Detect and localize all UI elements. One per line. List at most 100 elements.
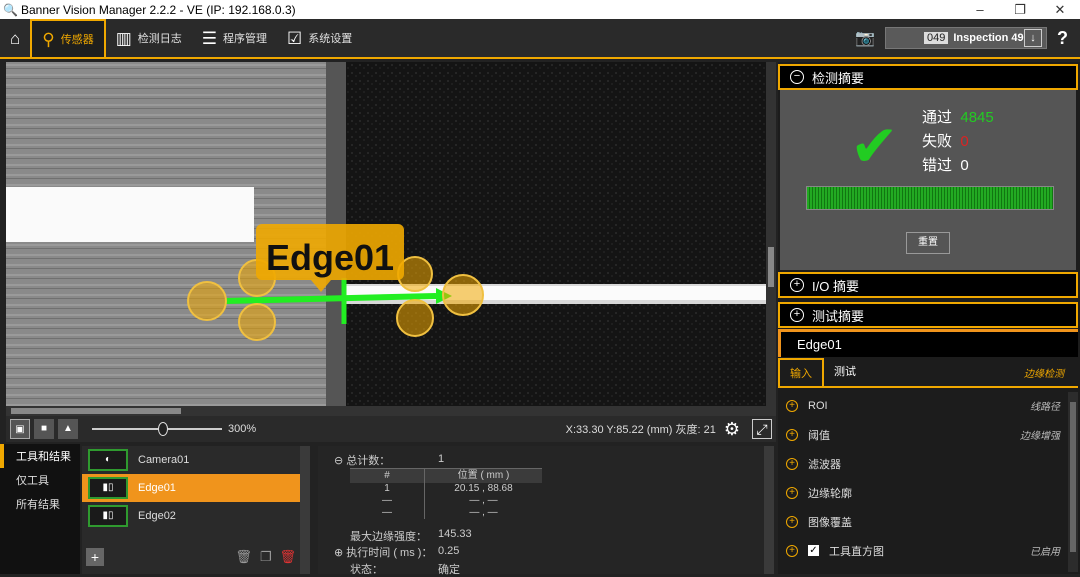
tool-list: ◐ Camera01 ▮▯ Edge01 ▮▯ Edge02 + 🗑 ❐ 🗑 <box>82 446 310 574</box>
inspection-number: 049 <box>924 32 949 44</box>
tool-item-edge02[interactable]: ▮▯ Edge02 <box>82 502 300 530</box>
zoom-level: 300% <box>228 423 257 435</box>
edge-tool-icon: ▮▯ <box>88 505 128 527</box>
expand-icon: + <box>790 308 804 322</box>
exec-time-label: 执行时间 ( ms )： <box>346 547 433 559</box>
tab-program[interactable]: ☰ 程序管理 <box>192 19 277 57</box>
total-count-row: ⊖ 总计数： <box>334 452 390 468</box>
inspection-summary-title: 检测摘要 <box>812 70 865 86</box>
prop-image-overlay[interactable]: + 图像覆盖 <box>778 507 1068 536</box>
help-button[interactable]: ? <box>1057 28 1068 49</box>
error-label: 错过 <box>922 157 953 174</box>
results-scrollbar[interactable] <box>764 446 774 574</box>
prop-tool-histogram[interactable]: + ✓ 工具直方图 已启用 <box>778 536 1068 565</box>
tool-item-edge01[interactable]: ▮▯ Edge01 <box>82 474 300 502</box>
expand-icon: + <box>790 278 804 292</box>
fail-count: 0 <box>960 133 969 150</box>
overlay-toggle-icon[interactable]: ▣ <box>10 419 30 439</box>
status-label: 状态： <box>350 564 383 576</box>
tab-log-label: 检测日志 <box>137 33 182 45</box>
camera-image: Edge01 <box>6 62 766 406</box>
reset-button[interactable]: 重置 <box>906 232 950 254</box>
viewer-horizontal-scrollbar[interactable] <box>6 406 766 416</box>
program-icon: ☰ <box>201 28 218 48</box>
exec-time-value: 0.25 <box>438 545 460 557</box>
total-count-value: 1 <box>438 453 445 465</box>
inspection-summary-header[interactable]: − 检测摘要 <box>778 64 1078 90</box>
tool-list-scrollbar[interactable] <box>300 446 310 574</box>
window-title: Banner Vision Manager 2.2.2 - VE (IP: 19… <box>21 2 296 17</box>
table-row: — — , — <box>350 507 542 519</box>
prop-roi[interactable]: + ROI 线路径 <box>778 391 1068 420</box>
nav-tools-only[interactable]: 仅工具 <box>0 468 80 492</box>
expand-icon: + <box>786 399 798 412</box>
tab-program-label: 程序管理 <box>223 33 268 45</box>
prop-edge-profile[interactable]: + 边缘轮廓 <box>778 478 1068 507</box>
expand-icon[interactable]: ⊕ <box>334 547 343 559</box>
pass-label: 通过 <box>922 109 953 126</box>
snapshot-camera-icon[interactable]: 📷 <box>855 28 875 48</box>
tab-sensor-label: 传感器 <box>60 34 94 46</box>
tab-input[interactable]: 输入 <box>778 358 824 386</box>
selected-tool-title: Edge01 <box>778 329 1078 357</box>
fail-label: 失败 <box>922 133 953 150</box>
expand-icon: + <box>786 428 798 441</box>
home-button[interactable]: ⌂ <box>0 19 30 57</box>
max-edge-value: 145.33 <box>438 528 472 540</box>
log-icon: ▥ <box>115 28 132 48</box>
viewer-control-bar: ▣ ■ ▲ 300% X:33.30 Y:85.22 (mm) 灰度: 21 ⚙… <box>6 416 776 442</box>
max-edge-label: 最大边缘强度： <box>350 531 427 543</box>
tool-name: Camera01 <box>138 454 190 466</box>
inspection-name: Inspection 49 <box>953 32 1024 44</box>
collapse-icon: − <box>790 70 804 84</box>
property-tabs: 输入 测试 边缘检测 <box>778 358 1078 388</box>
fit-screen-icon[interactable]: ⤢ <box>752 419 772 439</box>
prop-filter[interactable]: + 滤波器 <box>778 449 1068 478</box>
tab-sensor[interactable]: ⚲ 传感器 <box>30 19 106 57</box>
edge-tool-icon: ▮▯ <box>88 477 128 499</box>
inspection-selector[interactable]: 049 Inspection 49 ↓ <box>885 27 1047 49</box>
expand-icon: + <box>786 515 798 528</box>
results-panel: ⊖ 总计数： 1 # 位置 ( mm ) 1 20.15 , 88.68 — — , … <box>318 446 774 576</box>
nav-tools-and-results[interactable]: 工具和结果 <box>0 444 80 468</box>
zoom-slider[interactable] <box>92 422 222 436</box>
image-viewer[interactable]: Edge01 <box>6 62 766 406</box>
property-scrollbar[interactable] <box>1068 392 1078 572</box>
remove-icon[interactable]: 🗑 <box>279 549 296 565</box>
maximize-button[interactable]: ❐ <box>1000 2 1040 18</box>
right-panel: − 检测摘要 ✔ 通过 4845 失败 0 错过 0 重置 + I/O 摘要 +… <box>778 62 1080 574</box>
tool-item-camera01[interactable]: ◐ Camera01 <box>82 446 300 474</box>
tab-log[interactable]: ▥ 检测日志 <box>106 19 192 57</box>
collapse-icon[interactable]: ⊖ <box>334 455 343 467</box>
close-button[interactable]: ✕ <box>1040 2 1080 18</box>
col-num: # <box>350 469 425 483</box>
download-icon[interactable]: ↓ <box>1024 29 1042 47</box>
test-summary-title: 测试摘要 <box>812 308 865 324</box>
gear-icon[interactable]: ⚙ <box>724 419 740 440</box>
fill-icon[interactable]: ■ <box>34 419 54 439</box>
tab-test[interactable]: 测试 <box>824 358 866 386</box>
pass-history-bar <box>806 186 1054 210</box>
histogram-checkbox[interactable]: ✓ <box>808 545 819 556</box>
nav-all-results[interactable]: 所有结果 <box>0 492 80 516</box>
minimize-button[interactable]: – <box>960 2 1000 18</box>
error-count: 0 <box>960 157 969 174</box>
viewer-vertical-scrollbar[interactable] <box>766 62 776 416</box>
tool-label-overlay: Edge01 <box>266 237 394 278</box>
image-icon[interactable]: ▲ <box>58 419 78 439</box>
delete-icon[interactable]: 🗑 <box>235 549 252 565</box>
total-count-label: 总计数： <box>346 455 391 467</box>
pass-check-icon: ✔ <box>850 114 899 179</box>
test-summary-header[interactable]: + 测试摘要 <box>778 302 1078 328</box>
home-icon: ⌂ <box>10 28 21 48</box>
add-tool-button[interactable]: + <box>86 548 104 566</box>
copy-icon[interactable]: ❐ <box>260 549 272 565</box>
tab-settings[interactable]: ☑ 系统设置 <box>277 19 362 57</box>
prop-threshold[interactable]: + 阈值 边缘增强 <box>778 420 1068 449</box>
pass-count: 4845 <box>960 109 994 126</box>
expand-icon: + <box>786 486 798 499</box>
tab-settings-label: 系统设置 <box>308 33 353 45</box>
io-summary-header[interactable]: + I/O 摘要 <box>778 272 1078 298</box>
io-summary-title: I/O 摘要 <box>812 278 859 294</box>
table-row: 1 20.15 , 88.68 <box>350 483 542 495</box>
